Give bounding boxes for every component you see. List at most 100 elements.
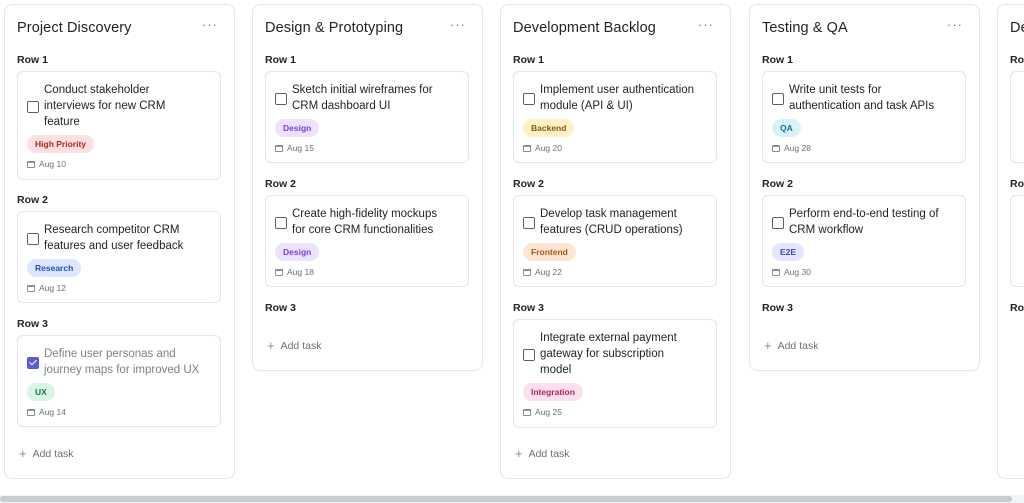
row-label: Ro [1010, 54, 1024, 66]
task-card[interactable]: Create high-fidelity mockups for core CR… [265, 195, 469, 287]
due-date: Aug 10 [27, 159, 66, 169]
due-date-text: Aug 18 [287, 267, 314, 277]
calendar-icon [772, 269, 780, 276]
more-options-icon[interactable]: ··· [202, 17, 218, 32]
task-title-line: module (API & UI) [540, 100, 633, 112]
due-date-text: Aug 22 [535, 267, 562, 277]
task-card[interactable]: Develop task management features (CRUD o… [513, 195, 717, 287]
more-options-icon[interactable]: ··· [947, 17, 963, 32]
task-title: Develop task management features (CRUD o… [540, 206, 712, 238]
column-header: Project Discovery ··· [5, 5, 234, 51]
tag-badge: QA [772, 119, 801, 137]
due-date: Aug 22 [523, 267, 562, 277]
task-title-line: CRM workflow [789, 224, 864, 236]
task-card[interactable]: Conduct stakeholder interviews for new C… [17, 71, 221, 180]
task-title-line: features and user feedback [44, 240, 184, 252]
horizontal-scrollbar[interactable] [0, 495, 1024, 503]
due-date: Aug 18 [275, 267, 314, 277]
task-card[interactable]: Integrate external payment gateway for s… [513, 319, 717, 428]
calendar-icon [275, 145, 283, 152]
more-options-icon[interactable]: ··· [450, 17, 466, 32]
due-date-text: Aug 20 [535, 143, 562, 153]
task-title-line: Research competitor CRM [44, 224, 180, 236]
row-label: Ro [1010, 302, 1024, 314]
task-title: Perform end-to-end testing of CRM workfl… [789, 206, 961, 238]
tag-badge: High Priority [27, 135, 95, 153]
column-title: De [1010, 20, 1024, 36]
task-checkbox[interactable] [27, 233, 39, 245]
task-checkbox[interactable] [523, 93, 535, 105]
column-title: Testing & QA [762, 20, 848, 36]
task-card[interactable]: Perform end-to-end testing of CRM workfl… [762, 195, 966, 287]
add-task-button[interactable]: + Add task [764, 338, 818, 353]
task-card[interactable]: Define user personas and journey maps fo… [17, 335, 221, 427]
row-label: Row 2 [762, 178, 793, 190]
plus-icon: + [764, 338, 772, 353]
task-title-line: authentication and task APIs [789, 100, 935, 112]
task-title: Conduct stakeholder interviews for new C… [44, 82, 216, 130]
due-date: Aug 25 [523, 407, 562, 417]
task-checkbox[interactable] [772, 93, 784, 105]
scrollbar-thumb[interactable] [0, 496, 1012, 502]
task-title-line: model [540, 364, 572, 376]
task-title-line: Conduct stakeholder [44, 84, 150, 96]
add-task-button[interactable]: + Add task [267, 338, 321, 353]
calendar-icon [27, 161, 35, 168]
row-label: Row 3 [513, 302, 544, 314]
row-label: Row 1 [17, 54, 48, 66]
task-card[interactable]: Write unit tests for authentication and … [762, 71, 966, 163]
plus-icon: + [267, 338, 275, 353]
task-title-line: Perform end-to-end testing of [789, 208, 939, 220]
task-checkbox[interactable] [27, 357, 39, 369]
more-options-icon[interactable]: ··· [698, 17, 714, 32]
task-title-line: journey maps for improved UX [44, 364, 200, 376]
due-date: Aug 12 [27, 283, 66, 293]
task-title: Integrate external payment gateway for s… [540, 330, 712, 378]
row-label: Row 2 [265, 178, 296, 190]
calendar-icon [275, 269, 283, 276]
add-task-button[interactable]: + Add task [515, 446, 569, 461]
task-checkbox[interactable] [275, 93, 287, 105]
task-checkbox[interactable] [27, 101, 39, 113]
task-checkbox[interactable] [772, 217, 784, 229]
row-label: Row 1 [762, 54, 793, 66]
due-date: Aug 28 [772, 143, 811, 153]
calendar-icon [523, 409, 531, 416]
task-title-line: for core CRM functionalities [292, 224, 434, 236]
task-title: Write unit tests for authentication and … [789, 82, 961, 114]
task-card[interactable]: Research competitor CRM features and use… [17, 211, 221, 303]
column-header: Testing & QA ··· [750, 5, 979, 51]
tag-badge: UX [27, 383, 55, 401]
due-date-text: Aug 30 [784, 267, 811, 277]
plus-icon: + [19, 446, 27, 461]
column-design-prototyping: Design & Prototyping ··· Row 1 Sketch in… [252, 4, 483, 371]
kanban-board: Project Discovery ··· Row 1 Conduct stak… [0, 0, 1024, 503]
calendar-icon [27, 285, 35, 292]
row-label: Ro [1010, 178, 1024, 190]
plus-icon: + [515, 446, 523, 461]
task-title-line: Write unit tests for [789, 84, 882, 96]
row-label: Row 2 [513, 178, 544, 190]
task-title-line: interviews for new CRM [44, 100, 166, 112]
task-checkbox[interactable] [275, 217, 287, 229]
task-card[interactable] [1010, 195, 1024, 287]
task-card[interactable]: Sketch initial wireframes for CRM dashbo… [265, 71, 469, 163]
task-title: Define user personas and journey maps fo… [44, 346, 216, 378]
add-task-button[interactable]: + Add task [19, 446, 73, 461]
task-title-line: Create high-fidelity mockups [292, 208, 438, 220]
task-title-line: Sketch initial wireframes for [292, 84, 433, 96]
add-task-label: Add task [777, 340, 819, 352]
task-checkbox[interactable] [523, 349, 535, 361]
row-label: Row 3 [762, 302, 793, 314]
task-checkbox[interactable] [523, 217, 535, 229]
row-label: Row 3 [265, 302, 296, 314]
task-title: Create high-fidelity mockups for core CR… [292, 206, 464, 238]
row-label: Row 2 [17, 194, 48, 206]
task-title-line: Implement user authentication [540, 84, 695, 96]
task-card[interactable]: Implement user authentication module (AP… [513, 71, 717, 163]
tag-badge: E2E [772, 243, 805, 261]
column-project-discovery: Project Discovery ··· Row 1 Conduct stak… [4, 4, 235, 479]
task-title: Implement user authentication module (AP… [540, 82, 712, 114]
calendar-icon [772, 145, 780, 152]
task-card[interactable] [1010, 71, 1024, 163]
